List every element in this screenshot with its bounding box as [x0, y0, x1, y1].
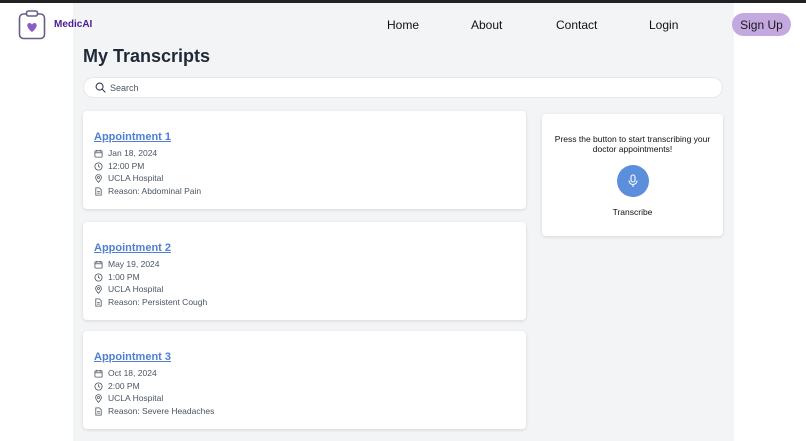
clipboard-heart-logo-icon[interactable]: [18, 10, 46, 40]
nav-about-link[interactable]: About: [471, 18, 502, 32]
reason-text: Reason: Abdominal Pain: [108, 186, 202, 196]
appointment-reason: Reason: Persistent Cough: [94, 297, 207, 307]
time-text: 12:00 PM: [108, 161, 145, 171]
microphone-icon: [628, 174, 638, 187]
map-pin-icon: [95, 284, 102, 294]
time-text: 2:00 PM: [108, 381, 140, 391]
document-icon: [95, 297, 102, 307]
calendar-icon: [94, 260, 103, 269]
appointment-time: 1:00 PM: [94, 272, 140, 282]
location-text: UCLA Hospital: [108, 284, 164, 294]
map-pin-icon: [95, 393, 102, 403]
appointment-title-link[interactable]: Appointment 3: [94, 351, 171, 363]
search-icon: [95, 82, 106, 93]
appointment-location: UCLA Hospital: [94, 173, 163, 183]
document-icon: [95, 406, 102, 416]
appointment-reason: Reason: Severe Headaches: [94, 406, 214, 416]
transcribe-prompt: Press the button to start transcribing y…: [554, 134, 711, 154]
date-text: Oct 18, 2024: [108, 368, 157, 378]
page-title: My Transcripts: [83, 46, 211, 66]
nav-home-link[interactable]: Home: [387, 18, 419, 32]
appointment-date: Jan 18, 2024: [94, 148, 157, 158]
appointment-reason: Reason: Abdominal Pain: [94, 186, 201, 196]
transcribe-panel: Press the button to start transcribing y…: [542, 114, 723, 236]
reason-text: Reason: Persistent Cough: [108, 297, 208, 307]
map-pin-icon: [95, 173, 102, 183]
search-input[interactable]: [110, 80, 710, 96]
nav-login-link[interactable]: Login: [649, 18, 678, 32]
clock-icon: [94, 272, 103, 282]
appointment-location: UCLA Hospital: [94, 284, 163, 294]
clock-icon: [94, 381, 103, 391]
reason-text: Reason: Severe Headaches: [108, 406, 215, 416]
appointment-title-link[interactable]: Appointment 2: [94, 242, 171, 254]
appointment-time: 2:00 PM: [94, 381, 140, 391]
appointment-date: Oct 18, 2024: [94, 368, 157, 378]
location-text: UCLA Hospital: [108, 173, 164, 183]
document-icon: [95, 186, 102, 196]
appointment-time: 12:00 PM: [94, 161, 144, 171]
appointment-title-link[interactable]: Appointment 1: [94, 131, 171, 143]
sign-up-button[interactable]: Sign Up: [732, 13, 791, 36]
appointment-date: May 19, 2024: [94, 259, 160, 269]
nav-contact-link[interactable]: Contact: [556, 18, 597, 32]
appointment-card: Appointment 1 Jan 18, 2024 12:00 PM UCLA…: [83, 111, 526, 209]
appointment-card: Appointment 3 Oct 18, 2024 2:00 PM UCLA …: [83, 331, 526, 429]
transcribe-label: Transcribe: [612, 207, 653, 217]
calendar-icon: [94, 369, 103, 378]
location-text: UCLA Hospital: [108, 393, 164, 403]
date-text: Jan 18, 2024: [108, 148, 158, 158]
search-bar[interactable]: [83, 77, 723, 98]
time-text: 1:00 PM: [108, 272, 140, 282]
clock-icon: [94, 161, 103, 171]
date-text: May 19, 2024: [108, 259, 160, 269]
transcribe-mic-button[interactable]: [617, 165, 649, 197]
appointment-location: UCLA Hospital: [94, 393, 163, 403]
appointment-card: Appointment 2 May 19, 2024 1:00 PM UCLA …: [83, 222, 526, 320]
brand-name[interactable]: MedicAI: [54, 19, 92, 30]
calendar-icon: [94, 149, 103, 158]
